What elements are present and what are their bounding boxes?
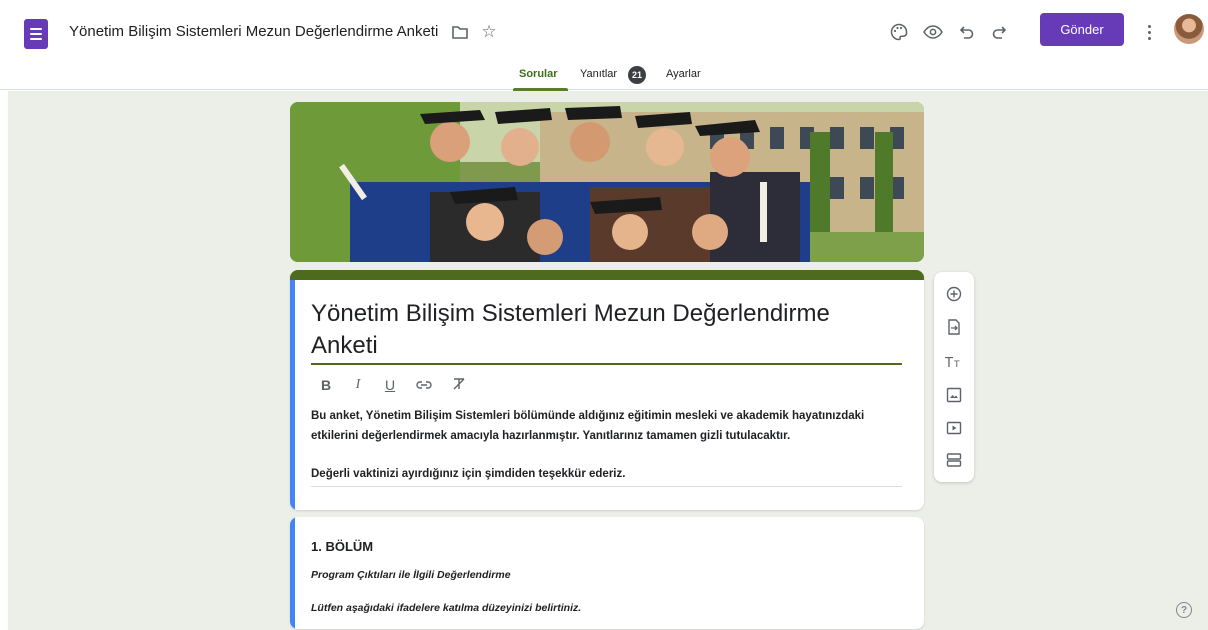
section-leftbar [290, 517, 295, 629]
section-title[interactable]: 1. BÖLÜM [311, 539, 373, 554]
avatar[interactable] [1174, 14, 1204, 44]
folder-icon[interactable] [450, 22, 470, 42]
import-questions-icon[interactable] [944, 317, 964, 337]
tab-ayarlar[interactable]: Ayarlar [666, 68, 701, 80]
form-description[interactable]: Bu anket, Yönetim Bilişim Sistemleri böl… [311, 406, 901, 484]
help-icon[interactable]: ? [1176, 602, 1192, 618]
tab-bar: Sorular Yanıtlar 21 Ayarlar [0, 60, 1208, 91]
add-title-icon[interactable]: TT [944, 352, 964, 372]
add-image-icon[interactable] [944, 385, 964, 405]
bold-button[interactable]: B [320, 377, 332, 393]
question-toolbar: TT [934, 272, 974, 482]
svg-text:T: T [945, 356, 953, 369]
italic-button[interactable]: I [352, 377, 364, 393]
description-line: etkilerini değerlendirmek amacıyla hazır… [311, 430, 791, 442]
link-icon[interactable] [416, 377, 432, 393]
description-line: Bu anket, Yönetim Bilişim Sistemleri böl… [311, 410, 865, 422]
document-title[interactable]: Yönetim Bilişim Sistemleri Mezun Değerle… [69, 23, 438, 40]
section-instruction[interactable]: Lütfen aşağıdaki ifadelere katılma düzey… [311, 602, 581, 614]
add-question-icon[interactable] [944, 284, 964, 304]
svg-text:T: T [953, 360, 960, 369]
form-title[interactable]: Yönetim Bilişim Sistemleri Mezun Değerle… [311, 298, 901, 362]
more-vert-icon[interactable] [1143, 20, 1155, 44]
header-banner-image [290, 102, 924, 262]
description-underline [311, 486, 902, 487]
add-section-icon[interactable] [944, 450, 964, 470]
undo-icon[interactable] [955, 20, 979, 44]
eye-icon[interactable] [921, 20, 945, 44]
text-format-toolbar: B I U [320, 374, 466, 396]
star-icon[interactable]: ☆ [479, 22, 499, 42]
focus-indicator [290, 280, 295, 510]
clear-format-icon[interactable] [452, 377, 466, 394]
description-line: Değerli vaktinizi ayırdığınız için şimdi… [311, 468, 626, 480]
add-video-icon[interactable] [944, 418, 964, 438]
redo-icon[interactable] [987, 20, 1011, 44]
send-button[interactable]: Gönder [1040, 13, 1124, 46]
section-card[interactable]: 1. BÖLÜM Program Çıktıları ile İlgili De… [290, 517, 924, 629]
responses-count-badge: 21 [628, 66, 646, 84]
forms-icon[interactable] [24, 19, 48, 49]
form-title-card[interactable]: Yönetim Bilişim Sistemleri Mezun Değerle… [290, 270, 924, 510]
tab-yanitlar[interactable]: Yanıtlar [580, 68, 617, 80]
tab-sorular[interactable]: Sorular [519, 68, 558, 80]
underline-button[interactable]: U [384, 377, 396, 393]
palette-icon[interactable] [887, 20, 911, 44]
section-subtitle[interactable]: Program Çıktıları ile İlgili Değerlendir… [311, 569, 511, 581]
top-bar: Yönetim Bilişim Sistemleri Mezun Değerle… [0, 0, 1208, 91]
title-underline [311, 363, 902, 365]
